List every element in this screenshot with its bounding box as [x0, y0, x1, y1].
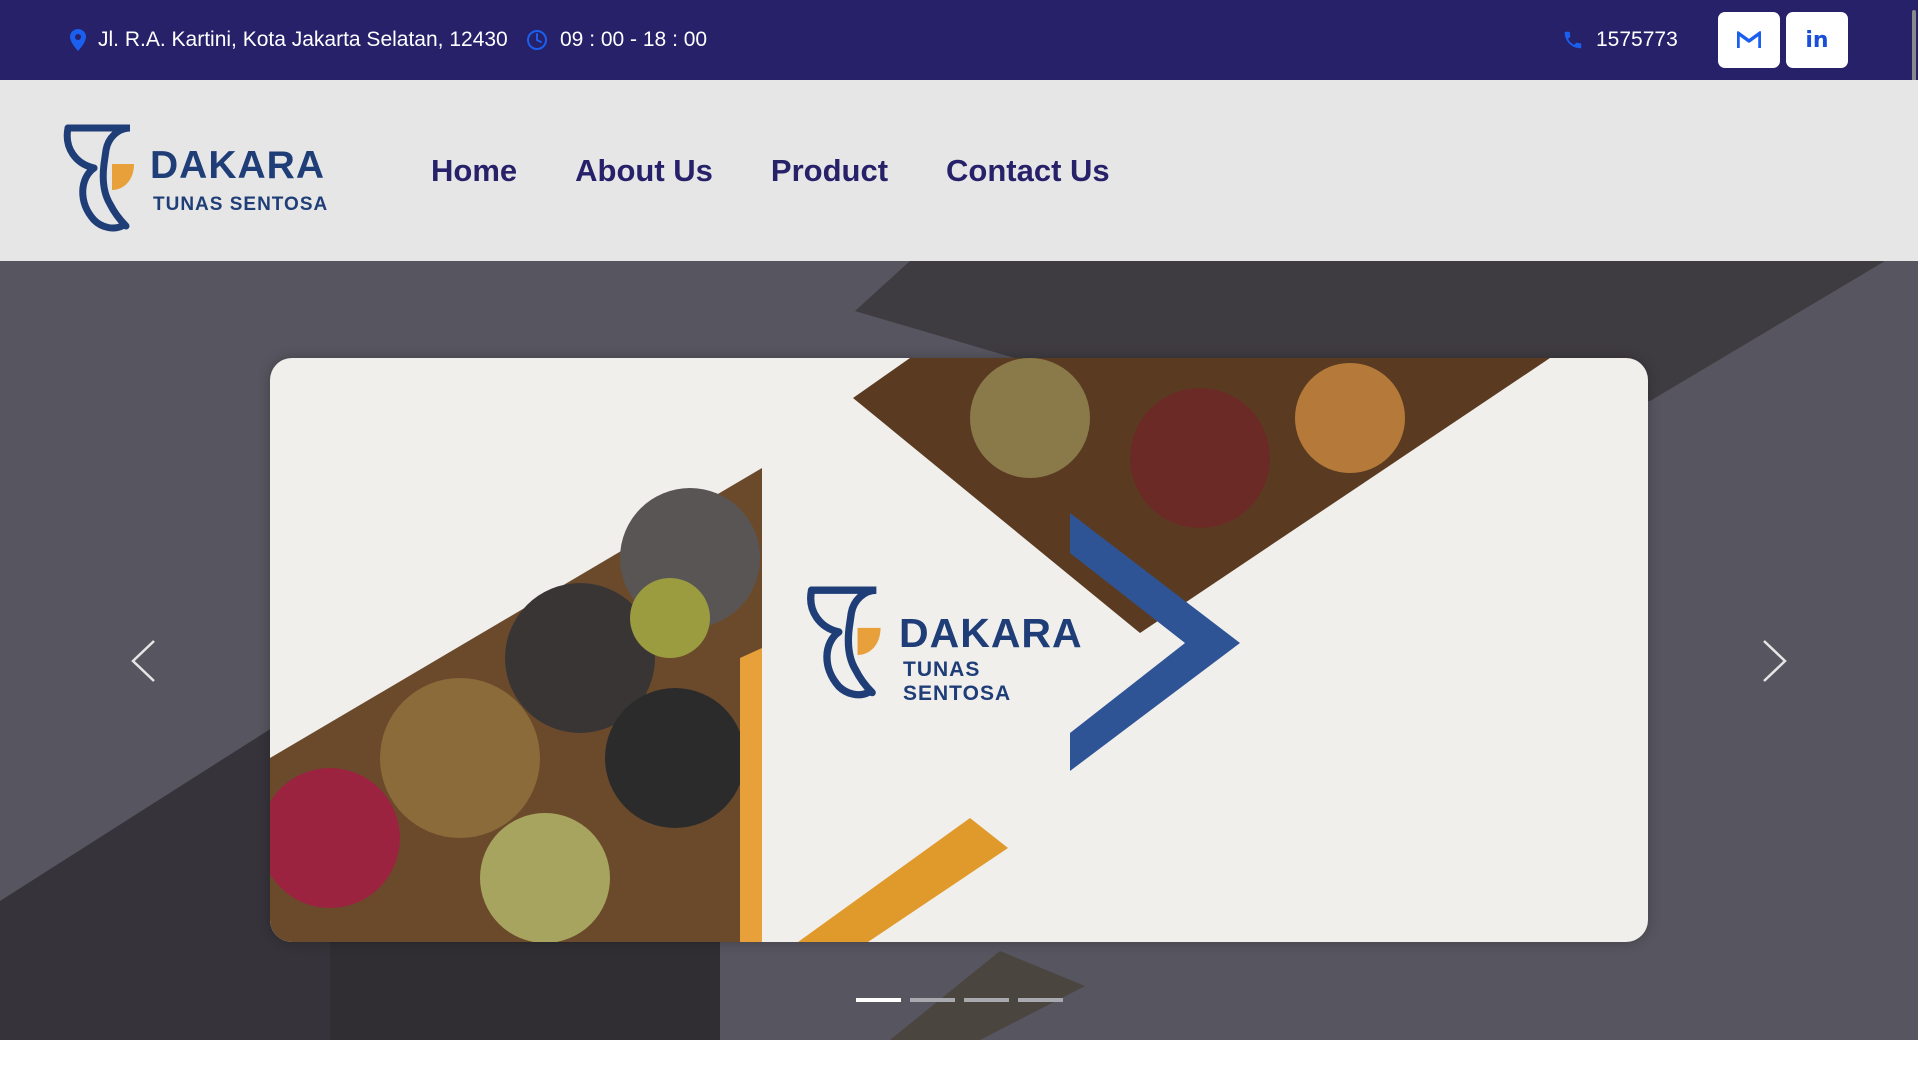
logo-wordmark: DAKARA [150, 144, 325, 187]
carousel-indicator-1[interactable] [856, 998, 901, 1002]
phone-text[interactable]: 1575773 [1596, 28, 1678, 52]
slide-logo-tagline: TUNAS SENTOSA [903, 658, 1012, 705]
address-info: Jl. R.A. Kartini, Kota Jakarta Selatan, … [70, 0, 508, 80]
hero-carousel: DAKARA TUNAS SENTOSA [0, 261, 1918, 1040]
main-nav: Home About Us Product Contact Us [431, 80, 1168, 261]
slide-logo-mark-icon [807, 586, 881, 699]
top-info-bar: Jl. R.A. Kartini, Kota Jakarta Selatan, … [0, 0, 1918, 170]
chevron-left-icon [131, 640, 155, 682]
map-pin-icon [70, 29, 86, 51]
nav-product[interactable]: Product [771, 153, 888, 189]
site-header: DAKARA TUNAS SENTOSA Home About Us Produ… [0, 80, 1918, 261]
linkedin-button[interactable]: in [1786, 12, 1848, 68]
carousel-next-button[interactable] [1750, 621, 1800, 701]
slide-logo: DAKARA TUNAS SENTOSA [803, 586, 1093, 706]
brand-logo[interactable]: DAKARA TUNAS SENTOSA [60, 124, 330, 234]
nav-about-us[interactable]: About Us [575, 153, 713, 189]
hours-info: 09 : 00 - 18 : 00 [526, 0, 707, 80]
nav-home[interactable]: Home [431, 153, 517, 189]
clock-icon [527, 30, 547, 50]
chevron-right-icon [1763, 640, 1787, 682]
logo-mark-icon [63, 124, 134, 232]
address-text: Jl. R.A. Kartini, Kota Jakarta Selatan, … [98, 28, 508, 51]
phone-info[interactable]: 1575773 [1562, 0, 1678, 80]
gmail-button[interactable] [1718, 12, 1780, 68]
nav-contact-us[interactable]: Contact Us [946, 153, 1110, 189]
carousel-indicator-2[interactable] [910, 998, 955, 1002]
logo-tagline: TUNAS SENTOSA [153, 194, 329, 215]
slide-logo-wordmark: DAKARA [899, 610, 1083, 656]
linkedin-icon: in [1805, 27, 1829, 53]
carousel-indicator-4[interactable] [1018, 998, 1063, 1002]
carousel-prev-button[interactable] [118, 621, 168, 701]
hours-text: 09 : 00 - 18 : 00 [560, 28, 708, 51]
phone-icon [1564, 31, 1582, 49]
carousel-indicator-3[interactable] [964, 998, 1009, 1002]
gmail-icon [1737, 31, 1761, 48]
carousel-indicators [856, 998, 1072, 1002]
hero-slide: DAKARA TUNAS SENTOSA [270, 358, 1648, 942]
